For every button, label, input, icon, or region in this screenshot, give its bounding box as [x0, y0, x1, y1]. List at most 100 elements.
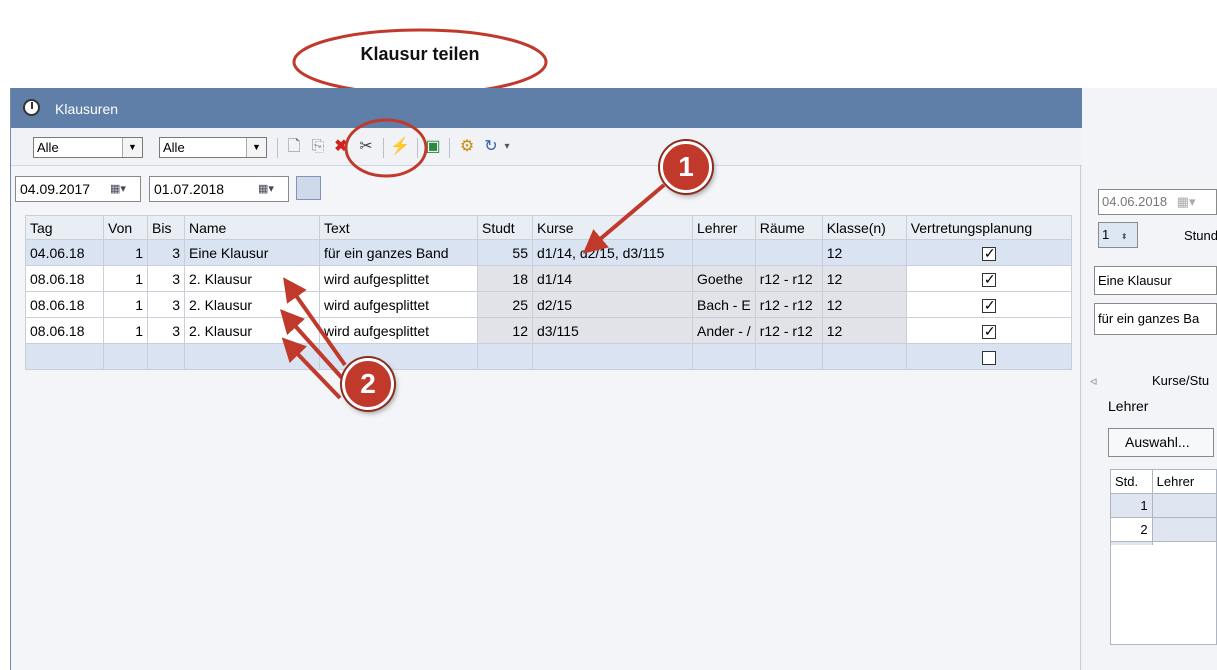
- cell-kurse[interactable]: d2/15: [532, 291, 693, 318]
- copy-icon[interactable]: ⎘: [308, 137, 328, 157]
- cell-von[interactable]: 1: [103, 265, 148, 292]
- cell-lehrer[interactable]: Bach - E: [692, 291, 756, 318]
- cell-studt[interactable]: 18: [477, 265, 533, 292]
- tab-kurse[interactable]: ◃ Kurse/Stu: [1090, 373, 1209, 389]
- cell-tag[interactable]: 04.06.18: [25, 239, 104, 266]
- cell-vertretungsplanung[interactable]: [905, 343, 1073, 370]
- empty-cell[interactable]: [103, 343, 148, 370]
- column-header[interactable]: Vertretungsplanung: [905, 215, 1073, 240]
- cell-text[interactable]: wird aufgesplittet: [319, 265, 478, 292]
- cell-von[interactable]: 1: [103, 291, 148, 318]
- column-header[interactable]: Kurse: [532, 215, 693, 240]
- empty-cell[interactable]: [754, 343, 823, 370]
- std-cell[interactable]: 2: [1110, 517, 1153, 542]
- cell-von[interactable]: 1: [103, 239, 148, 266]
- empty-cell[interactable]: [147, 343, 185, 370]
- cell-text[interactable]: wird aufgesplittet: [319, 291, 478, 318]
- cell-klasse[interactable]: 12: [821, 239, 907, 266]
- cell-klasse[interactable]: 12: [821, 291, 907, 318]
- auswahl-button[interactable]: Auswahl...: [1108, 428, 1214, 457]
- filter-combo-1[interactable]: Alle ▼: [33, 137, 143, 158]
- cell-vertretungsplanung[interactable]: [905, 317, 1073, 344]
- table-row[interactable]: 04.06.18 1 3 Eine Klausur für ein ganzes…: [25, 239, 1073, 266]
- cell-bis[interactable]: 3: [147, 239, 185, 266]
- cell-raeume[interactable]: r12 - r12: [754, 265, 823, 292]
- vertretungsplanung-checkbox[interactable]: [981, 245, 996, 262]
- cell-bis[interactable]: 3: [147, 291, 185, 318]
- date-from-picker[interactable]: 04.09.2017 ▦▾: [15, 176, 141, 202]
- calendar-icon[interactable]: ▦▾: [110, 182, 136, 197]
- cell-bis[interactable]: 3: [147, 317, 185, 344]
- cell-studt[interactable]: 25: [477, 291, 533, 318]
- vertretungsplanung-checkbox[interactable]: [981, 271, 996, 288]
- chevron-down-icon[interactable]: ▼: [122, 138, 142, 157]
- overflow-chevron-icon[interactable]: ▾: [501, 137, 513, 157]
- refresh-icon[interactable]: ↻: [481, 137, 501, 157]
- cell-klasse[interactable]: 12: [821, 265, 907, 292]
- column-header[interactable]: Lehrer: [1151, 469, 1217, 494]
- spinner-arrows-icon[interactable]: ⬍: [1121, 232, 1128, 241]
- cell-text[interactable]: für ein ganzes Band: [319, 239, 478, 266]
- cell-name[interactable]: Eine Klausur: [184, 239, 320, 266]
- column-header[interactable]: Std.: [1110, 469, 1153, 494]
- column-header[interactable]: Klasse(n): [821, 215, 907, 240]
- table-row[interactable]: 08.06.18 1 3 2. Klausur wird aufgesplitt…: [25, 317, 1073, 344]
- lehrer-cell[interactable]: [1151, 517, 1217, 542]
- cell-klasse[interactable]: 12: [821, 317, 907, 344]
- table-row[interactable]: 2: [1110, 517, 1217, 542]
- chevron-down-icon[interactable]: ▼: [246, 138, 266, 157]
- column-header[interactable]: Bis: [147, 215, 185, 240]
- cell-raeume[interactable]: [754, 239, 823, 266]
- calendar-icon[interactable]: ▦▾: [1177, 194, 1196, 209]
- cell-kurse[interactable]: d3/115: [532, 317, 693, 344]
- export-icon[interactable]: ▣: [423, 137, 443, 157]
- vertretungsplanung-checkbox[interactable]: [981, 350, 996, 365]
- detail-date-picker[interactable]: 04.06.2018 ▦▾: [1098, 189, 1217, 215]
- cell-bis[interactable]: 3: [147, 265, 185, 292]
- cell-text[interactable]: wird aufgesplittet: [319, 317, 478, 344]
- empty-cell[interactable]: [692, 343, 756, 370]
- vertretungsplanung-checkbox[interactable]: [981, 297, 996, 314]
- date-to-picker[interactable]: 01.07.2018 ▦▾: [149, 176, 289, 202]
- cell-vertretungsplanung[interactable]: [905, 291, 1073, 318]
- new-icon[interactable]: 🗋: [284, 137, 304, 157]
- cell-kurse[interactable]: d1/14: [532, 265, 693, 292]
- empty-cell[interactable]: [821, 343, 907, 370]
- empty-cell[interactable]: [25, 343, 104, 370]
- filter-combo-2[interactable]: Alle ▼: [159, 137, 267, 158]
- column-header[interactable]: Studt: [477, 215, 533, 240]
- cell-name[interactable]: 2. Klausur: [184, 291, 320, 318]
- cell-tag[interactable]: 08.06.18: [25, 291, 104, 318]
- split-icon[interactable]: ✂: [356, 137, 376, 157]
- cell-lehrer[interactable]: [692, 239, 756, 266]
- table-row[interactable]: 1: [1110, 493, 1217, 518]
- delete-icon[interactable]: ✖: [331, 137, 351, 157]
- klausur-name-field[interactable]: Eine Klausur: [1094, 266, 1217, 295]
- vertretungsplanung-checkbox[interactable]: [981, 323, 996, 340]
- cell-tag[interactable]: 08.06.18: [25, 265, 104, 292]
- column-header[interactable]: Name: [184, 215, 320, 240]
- column-header[interactable]: Lehrer: [692, 215, 756, 240]
- calendar-icon[interactable]: ▦▾: [258, 182, 284, 197]
- table-row[interactable]: 08.06.18 1 3 2. Klausur wird aufgesplitt…: [25, 291, 1073, 318]
- cell-raeume[interactable]: r12 - r12: [754, 317, 823, 344]
- grid-view-button[interactable]: [296, 176, 321, 200]
- column-header[interactable]: Tag: [25, 215, 104, 240]
- settings-gear-icon[interactable]: ⚙: [457, 137, 477, 157]
- cell-vertretungsplanung[interactable]: [905, 265, 1073, 292]
- cell-lehrer[interactable]: Ander - /: [692, 317, 756, 344]
- cell-name[interactable]: 2. Klausur: [184, 317, 320, 344]
- cell-von[interactable]: 1: [103, 317, 148, 344]
- cell-kurse[interactable]: d1/14, d2/15, d3/115: [532, 239, 693, 266]
- column-header[interactable]: Räume: [754, 215, 823, 240]
- cell-name[interactable]: 2. Klausur: [184, 265, 320, 292]
- cell-vertretungsplanung[interactable]: [905, 239, 1073, 266]
- cell-lehrer[interactable]: Goethe: [692, 265, 756, 292]
- table-row[interactable]: 08.06.18 1 3 2. Klausur wird aufgesplitt…: [25, 265, 1073, 292]
- chevron-left-icon[interactable]: ◃: [1090, 373, 1097, 388]
- lehrer-cell[interactable]: [1151, 493, 1217, 518]
- hour-spinner[interactable]: 1 ⬍: [1098, 222, 1138, 248]
- klausur-text-field[interactable]: für ein ganzes Ba: [1094, 303, 1217, 335]
- column-header[interactable]: Von: [103, 215, 148, 240]
- empty-cell[interactable]: [319, 343, 478, 370]
